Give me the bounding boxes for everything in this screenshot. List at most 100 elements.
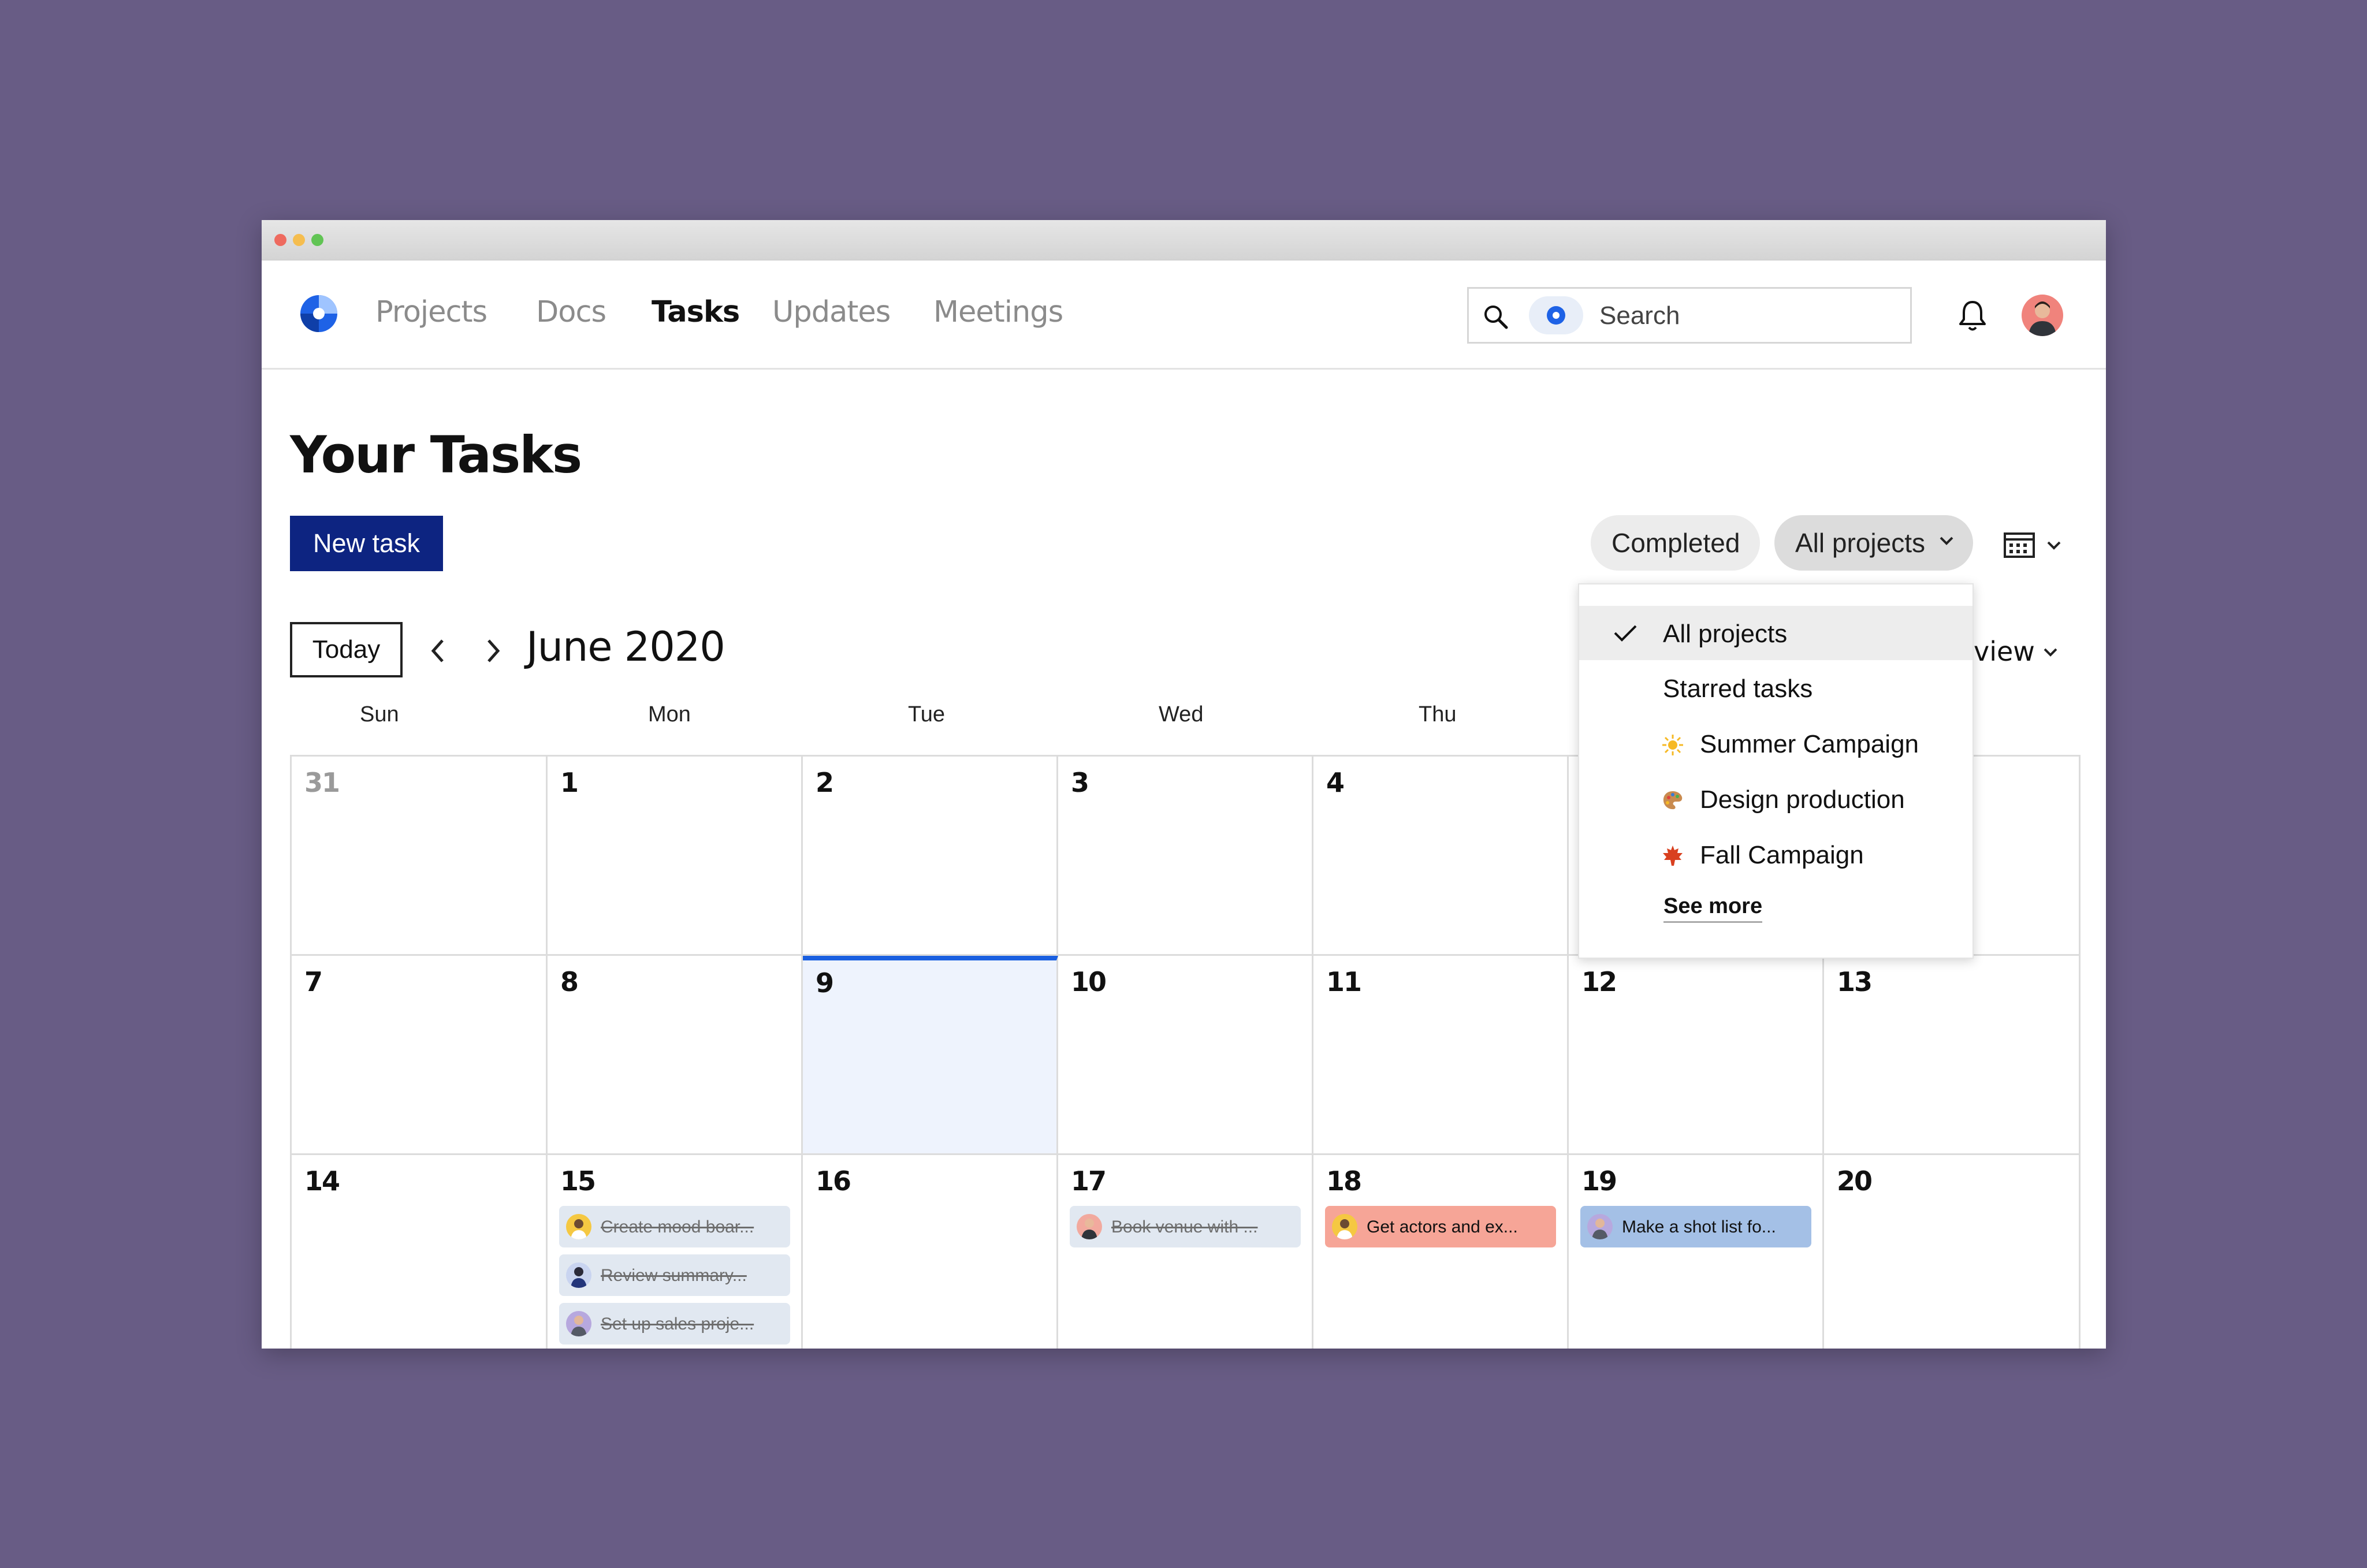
search-scope-chip[interactable] xyxy=(1529,296,1583,334)
day-cell[interactable]: 19 Make a shot list fo... xyxy=(1569,1155,1824,1349)
day-number: 18 xyxy=(1326,1165,1362,1197)
person-icon xyxy=(571,1316,587,1336)
day-number: 11 xyxy=(1326,966,1362,997)
calendar-icon xyxy=(2004,532,2035,558)
day-cell[interactable]: 2 xyxy=(803,757,1058,956)
day-number: 9 xyxy=(816,967,834,999)
day-cell[interactable]: 14 xyxy=(292,1155,548,1349)
task-item[interactable]: Review summary... xyxy=(559,1254,790,1296)
day-cell[interactable]: 16 xyxy=(803,1155,1058,1349)
nav-tasks[interactable]: Tasks xyxy=(652,295,740,329)
nav-projects[interactable]: Projects xyxy=(375,295,487,329)
day-number: 20 xyxy=(1837,1165,1873,1197)
today-button[interactable]: Today xyxy=(290,622,403,677)
next-month-icon[interactable] xyxy=(478,635,507,667)
task-item[interactable]: Book venue with ... xyxy=(1070,1206,1301,1247)
task-item[interactable]: Make a shot list fo... xyxy=(1580,1206,1811,1247)
day-number: 2 xyxy=(816,767,834,798)
day-number: 13 xyxy=(1837,966,1873,997)
check-icon xyxy=(1614,625,1637,642)
task-label: Get actors and ex... xyxy=(1367,1217,1518,1236)
day-cell[interactable]: 1 xyxy=(548,757,803,956)
nav-updates[interactable]: Updates xyxy=(772,295,891,329)
day-cell[interactable]: 11 xyxy=(1313,956,1569,1155)
calendar-view-switcher[interactable] xyxy=(2003,528,2067,563)
day-number: 4 xyxy=(1326,767,1345,798)
nav-meetings[interactable]: Meetings xyxy=(933,295,1063,329)
close-window-button[interactable] xyxy=(274,234,286,246)
day-number: 7 xyxy=(304,966,323,997)
task-label: Create mood boar... xyxy=(601,1217,754,1236)
chevron-down-icon[interactable] xyxy=(2042,646,2059,658)
task-label: Set up sales proje... xyxy=(601,1314,754,1334)
projects-filter-button[interactable]: All projects xyxy=(1774,515,1973,571)
day-cell[interactable]: 17 Book venue with ... xyxy=(1058,1155,1313,1349)
assignee-avatar xyxy=(566,1262,591,1288)
task-label: Review summary... xyxy=(601,1266,747,1285)
maple-leaf-icon xyxy=(1663,846,1683,866)
day-cell[interactable]: 13 xyxy=(1824,956,2081,1155)
new-task-button[interactable]: New task xyxy=(290,516,443,571)
app-window: Projects Docs Tasks Updates Meetings Sea… xyxy=(262,220,2106,1349)
day-cell[interactable]: 15 Create mood boar... Review summary...… xyxy=(548,1155,803,1349)
window-titlebar xyxy=(262,220,2106,260)
day-cell[interactable]: 7 xyxy=(292,956,548,1155)
day-cell[interactable]: 10 xyxy=(1058,956,1313,1155)
bell-icon[interactable] xyxy=(1957,299,1988,333)
dropdown-item-summer-campaign[interactable]: Summer Campaign xyxy=(1579,716,1972,770)
person-icon xyxy=(571,1267,587,1288)
completed-filter-label: Completed xyxy=(1612,528,1740,558)
page-title: Your Tasks xyxy=(290,425,582,485)
day-cell[interactable]: 12 xyxy=(1569,956,1824,1155)
dropdown-item-all-projects[interactable]: All projects xyxy=(1579,606,1972,660)
task-label: Book venue with ... xyxy=(1111,1217,1258,1236)
person-icon xyxy=(1592,1219,1608,1239)
search-icon xyxy=(1484,306,1508,329)
nav-docs[interactable]: Docs xyxy=(536,295,606,329)
task-item[interactable]: Get actors and ex... xyxy=(1325,1206,1556,1247)
day-number: 16 xyxy=(816,1165,851,1197)
search-input[interactable] xyxy=(1599,297,1900,335)
maximize-window-button[interactable] xyxy=(311,234,323,246)
assignee-avatar xyxy=(566,1311,591,1336)
app-logo-icon[interactable] xyxy=(300,295,338,333)
task-item[interactable]: Create mood boar... xyxy=(559,1206,790,1247)
day-number: 8 xyxy=(560,966,579,997)
previous-month-icon[interactable] xyxy=(424,635,453,667)
day-cell[interactable]: 18 Get actors and ex... xyxy=(1313,1155,1569,1349)
user-avatar[interactable] xyxy=(2022,295,2063,336)
day-number: 1 xyxy=(560,767,579,798)
day-cell[interactable]: 8 xyxy=(548,956,803,1155)
search-box[interactable] xyxy=(1467,287,1912,344)
dropdown-item-fall-campaign[interactable]: Fall Campaign xyxy=(1579,827,1972,881)
chevron-down-icon xyxy=(2047,541,2061,550)
dropdown-item-label: Fall Campaign xyxy=(1700,841,1864,869)
dow-thu: Thu xyxy=(1419,702,1457,727)
projects-dropdown-menu: All projects Starred tasks Summer Campai… xyxy=(1578,583,1974,959)
day-number: 17 xyxy=(1071,1165,1107,1197)
day-cell[interactable]: 4 xyxy=(1313,757,1569,956)
day-number: 12 xyxy=(1581,966,1617,997)
day-number: 3 xyxy=(1071,767,1089,798)
dropdown-item-design-production[interactable]: Design production xyxy=(1579,772,1972,826)
view-selector-label[interactable]: view xyxy=(1974,636,2035,667)
dropdown-item-starred-tasks[interactable]: Starred tasks xyxy=(1579,661,1972,715)
assignee-avatar xyxy=(566,1214,591,1239)
day-cell[interactable]: 31 xyxy=(292,757,548,956)
day-cell[interactable]: 20 xyxy=(1824,1155,2081,1349)
minimize-window-button[interactable] xyxy=(293,234,305,246)
palette-icon xyxy=(1663,791,1683,810)
dow-sun: Sun xyxy=(360,702,399,727)
day-cell-today[interactable]: 9 xyxy=(803,956,1058,1155)
day-number: 19 xyxy=(1581,1165,1617,1197)
search-scope-icon xyxy=(1547,306,1565,325)
dropdown-item-label: Design production xyxy=(1700,785,1905,814)
see-more-link[interactable]: See more xyxy=(1663,894,1763,923)
person-icon xyxy=(571,1219,587,1239)
task-item[interactable]: Set up sales proje... xyxy=(559,1303,790,1344)
task-label: Make a shot list fo... xyxy=(1622,1217,1776,1236)
completed-filter-button[interactable]: Completed xyxy=(1591,515,1760,571)
day-cell[interactable]: 3 xyxy=(1058,757,1313,956)
assignee-avatar xyxy=(1587,1214,1613,1239)
sun-icon xyxy=(1662,735,1683,755)
